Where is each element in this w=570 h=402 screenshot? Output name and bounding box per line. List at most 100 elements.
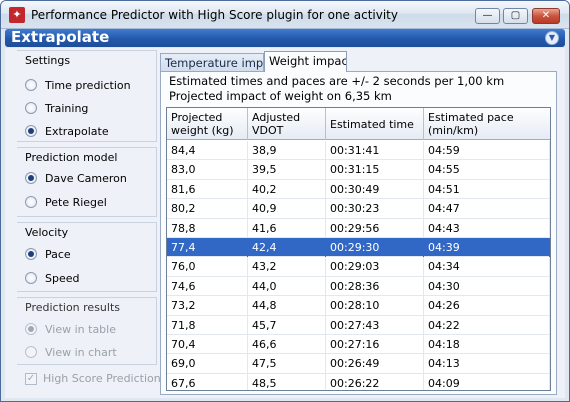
table-cell: 81,6 [167, 179, 248, 199]
table-cell: 78,8 [167, 218, 248, 238]
table-cell: 00:29:56 [326, 218, 424, 238]
table-cell: 48,5 [248, 373, 326, 390]
table-row[interactable]: 83,0 39,5 00:31:15 04:55 [167, 160, 550, 180]
table-cell: 38,9 [248, 141, 326, 160]
radio-button[interactable] [25, 272, 37, 284]
prediction-model-group: Prediction model Dave Cameron Pete Riege… [17, 147, 157, 217]
table-cell: 70,4 [167, 334, 248, 354]
accuracy-note: Estimated times and paces are +/- 2 seco… [169, 74, 505, 88]
radio-label: Pete Riegel [45, 195, 107, 209]
radio-button[interactable] [25, 172, 37, 184]
table-row[interactable]: 69,0 47,5 00:26:49 04:13 [167, 354, 550, 374]
table-row[interactable]: 78,8 41,6 00:29:56 04:43 [167, 218, 550, 238]
table-cell: 00:29:03 [326, 257, 424, 277]
minimize-button[interactable]: — [475, 8, 500, 24]
radio-view-in-table[interactable]: View in table [25, 321, 116, 337]
projection-note: Projected impact of weight on 6,35 km [169, 89, 392, 103]
radio-label: View in chart [45, 345, 117, 359]
radio-button[interactable] [25, 248, 37, 260]
radio-button[interactable] [25, 196, 37, 208]
column-header[interactable]: Adjusted VDOT [248, 108, 326, 140]
prediction-results-group: Prediction results View in table View in… [17, 297, 157, 365]
main-content: Settings Time prediction Training Extrap… [5, 48, 565, 398]
radio-label: Speed [45, 271, 80, 285]
table-cell: 47,5 [248, 354, 326, 374]
table-cell: 00:31:15 [326, 160, 424, 180]
app-window: ✦ Performance Predictor with High Score … [0, 0, 570, 402]
table-cell: 04:43 [424, 218, 550, 238]
close-button[interactable]: ✕ [532, 8, 560, 24]
radio-button[interactable] [25, 346, 37, 358]
table-cell: 46,6 [248, 334, 326, 354]
table-cell: 04:18 [424, 334, 550, 354]
radio-extrapolate[interactable]: Extrapolate [25, 123, 109, 139]
table-cell: 83,0 [167, 160, 248, 180]
table-row[interactable]: 71,8 45,7 00:27:43 04:22 [167, 315, 550, 335]
table-cell: 69,0 [167, 354, 248, 374]
table-row[interactable]: 67,6 48,5 00:26:22 04:09 [167, 373, 550, 390]
radio-label: Extrapolate [45, 124, 109, 138]
maximize-button[interactable]: ▢ [503, 8, 528, 24]
checkmark-icon[interactable]: ✓ [25, 372, 37, 385]
table-row[interactable]: 70,4 46,6 00:27:16 04:18 [167, 334, 550, 355]
section-header: Extrapolate ▼ [5, 28, 565, 47]
table-cell: 00:30:49 [326, 179, 424, 199]
column-header[interactable]: Estimated time [326, 108, 424, 140]
radio-pace[interactable]: Pace [25, 246, 71, 262]
table-cell: 00:27:16 [326, 334, 424, 354]
table-cell: 04:47 [424, 199, 550, 219]
settings-group-title: Settings [25, 54, 71, 67]
radio-pete-riegel[interactable]: Pete Riegel [25, 194, 107, 210]
table-cell: 04:34 [424, 257, 550, 277]
table-cell: 44,0 [248, 276, 326, 296]
table-cell: 00:31:41 [326, 141, 424, 160]
chevron-down-icon[interactable]: ▼ [545, 31, 559, 45]
title-bar[interactable]: ✦ Performance Predictor with High Score … [1, 1, 569, 29]
table-cell: 76,0 [167, 257, 248, 277]
radio-speed[interactable]: Speed [25, 270, 79, 286]
table-cell: 44,8 [248, 296, 326, 316]
settings-group: Settings Time prediction Training Extrap… [17, 50, 157, 142]
table-cell: 04:30 [424, 276, 550, 296]
table-row[interactable]: 84,4 38,9 00:31:41 04:59 [167, 141, 550, 161]
table-cell: 42,4 [248, 237, 326, 257]
table-cell: 04:09 [424, 373, 550, 390]
radio-button[interactable] [25, 79, 37, 91]
table-cell: 39,5 [248, 160, 326, 180]
radio-time-prediction[interactable]: Time prediction [25, 77, 131, 93]
radio-button[interactable] [25, 102, 37, 114]
table-cell: 40,9 [248, 199, 326, 219]
column-header[interactable]: Estimated pace (min/km) [424, 108, 550, 140]
high-score-prediction-checkbox[interactable]: ✓ High Score Prediction [25, 372, 161, 385]
table-row[interactable]: 81,6 40,2 00:30:49 04:51 [167, 179, 550, 200]
table-row[interactable]: 77,4 42,4 00:29:30 04:39 [167, 237, 550, 258]
app-logo-icon: ✦ [9, 7, 25, 23]
table-cell: 84,4 [167, 141, 248, 160]
table-cell: 00:30:23 [326, 199, 424, 219]
radio-button[interactable] [25, 323, 37, 335]
tab-weight-impact[interactable]: Weight impact [264, 51, 347, 72]
table-row[interactable]: 80,2 40,9 00:30:23 04:47 [167, 199, 550, 219]
radio-button[interactable] [25, 125, 37, 137]
radio-label: Dave Cameron [45, 171, 127, 185]
table-row[interactable]: 76,0 43,2 00:29:03 04:34 [167, 257, 550, 277]
column-header[interactable]: Projected weight (kg) [167, 108, 248, 140]
tab-temperature-impact[interactable]: Temperature impac [160, 53, 264, 72]
table-cell: 00:28:10 [326, 296, 424, 316]
section-title: Extrapolate [11, 28, 110, 46]
weight-impact-table[interactable]: Projected weight (kg) Adjusted VDOT Esti… [166, 107, 551, 391]
radio-training[interactable]: Training [25, 100, 88, 116]
table-cell: 00:27:43 [326, 315, 424, 335]
velocity-group: Velocity Pace Speed [17, 222, 157, 292]
radio-view-in-chart[interactable]: View in chart [25, 344, 117, 360]
table-cell: 40,2 [248, 179, 326, 199]
table-cell: 04:13 [424, 354, 550, 374]
table-row[interactable]: 73,2 44,8 00:28:10 04:26 [167, 296, 550, 316]
table-cell: 04:55 [424, 160, 550, 180]
velocity-title: Velocity [25, 226, 69, 239]
table-row[interactable]: 74,6 44,0 00:28:36 04:30 [167, 276, 550, 297]
table-cell: 45,7 [248, 315, 326, 335]
table-cell: 04:26 [424, 296, 550, 316]
prediction-model-title: Prediction model [25, 151, 118, 164]
radio-dave-cameron[interactable]: Dave Cameron [25, 170, 127, 186]
